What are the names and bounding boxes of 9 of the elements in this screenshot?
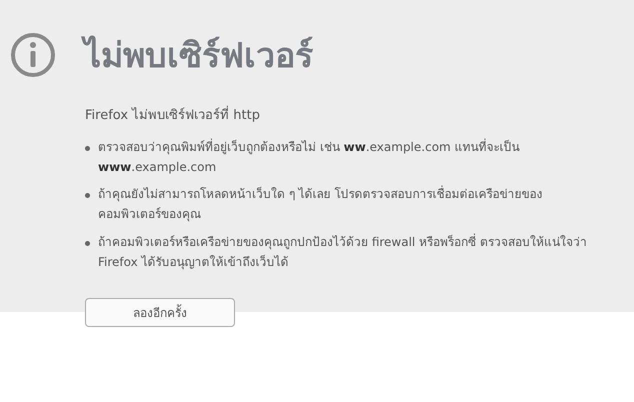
error-message: Firefox ไม่พบเซิร์ฟเวอร์ที่ http	[85, 106, 634, 127]
bullet-icon	[85, 146, 90, 151]
try-again-button[interactable]: ลองอีกครั้ง	[85, 298, 235, 327]
info-icon	[10, 32, 56, 78]
suggestion-text: ตรวจสอบว่าคุณพิมพ์ที่อยู่เว็บถูกต้องหรือไม่ เช่น ww.example.com แทนที่จะเป็น www.example.com	[98, 138, 521, 176]
suggestion-text: ถ้าคุณยังไม่สามารถโหลดหน้าเว็บใด ๆ ได้เลย โปรดตรวจสอบการเชื่อมต่อเครือข่ายของคอมพิวเตอร์ของคุณ	[98, 184, 544, 224]
bullet-icon	[85, 193, 90, 198]
bullet-icon	[85, 240, 90, 246]
suggestion-text: ถ้าคอมพิวเตอร์หรือเครือข่ายของคุณถูกปกป้องไว้ด้วย firewall หรือพร็อกซี่ ตรวจสอบให้แน่ใจว่า Firefox ได้รับอนุญาตให้เข้าถึงเว็บได้	[98, 232, 588, 272]
